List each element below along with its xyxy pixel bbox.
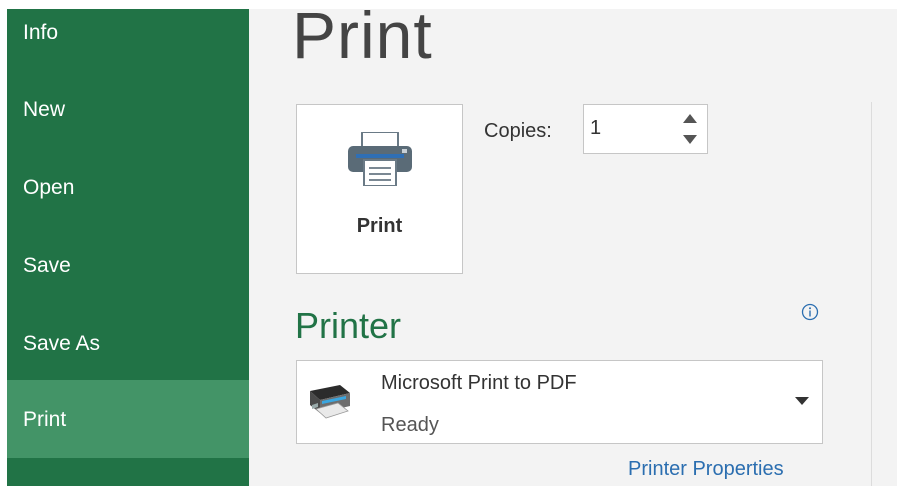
spin-down-icon[interactable] — [681, 132, 699, 146]
nav-item-new[interactable]: New — [7, 87, 249, 165]
vertical-divider — [871, 102, 872, 486]
pdf-printer-icon — [310, 385, 350, 419]
printer-icon — [348, 132, 412, 186]
backstage-sidebar: Info New Open Save Save As Print — [7, 9, 249, 486]
info-icon[interactable] — [801, 303, 819, 321]
printer-heading: Printer — [295, 305, 402, 346]
nav-item-label: New — [23, 98, 66, 121]
page-title: Print — [292, 0, 433, 72]
printer-status: Ready — [381, 414, 439, 436]
print-pane: Print Print Copies: 1 Printer Microsoft … — [249, 0, 897, 486]
chevron-down-icon — [795, 397, 809, 405]
print-button-label: Print — [356, 215, 403, 237]
nav-item-print[interactable]: Print — [7, 380, 249, 458]
nav-item-label: Save — [23, 254, 71, 277]
nav-item-info[interactable]: Info — [7, 9, 249, 87]
copies-label: Copies: — [484, 120, 552, 142]
print-button[interactable]: Print — [296, 104, 463, 274]
printer-properties-link[interactable]: Printer Properties — [628, 458, 784, 481]
nav-item-label: Print — [23, 408, 67, 431]
excel-backstage: Info New Open Save Save As Print Print P… — [0, 0, 897, 486]
nav-item-label: Info — [23, 21, 59, 44]
printer-name: Microsoft Print to PDF — [381, 372, 577, 394]
copies-input[interactable]: 1 — [590, 117, 601, 140]
printer-dropdown[interactable]: Microsoft Print to PDF Ready — [296, 360, 823, 444]
nav-item-save[interactable]: Save — [7, 243, 249, 321]
nav-item-label: Save As — [23, 332, 101, 355]
nav-item-open[interactable]: Open — [7, 165, 249, 243]
spin-up-icon[interactable] — [681, 112, 699, 126]
copies-stepper[interactable]: 1 — [583, 104, 708, 154]
nav-item-label: Open — [23, 176, 75, 199]
